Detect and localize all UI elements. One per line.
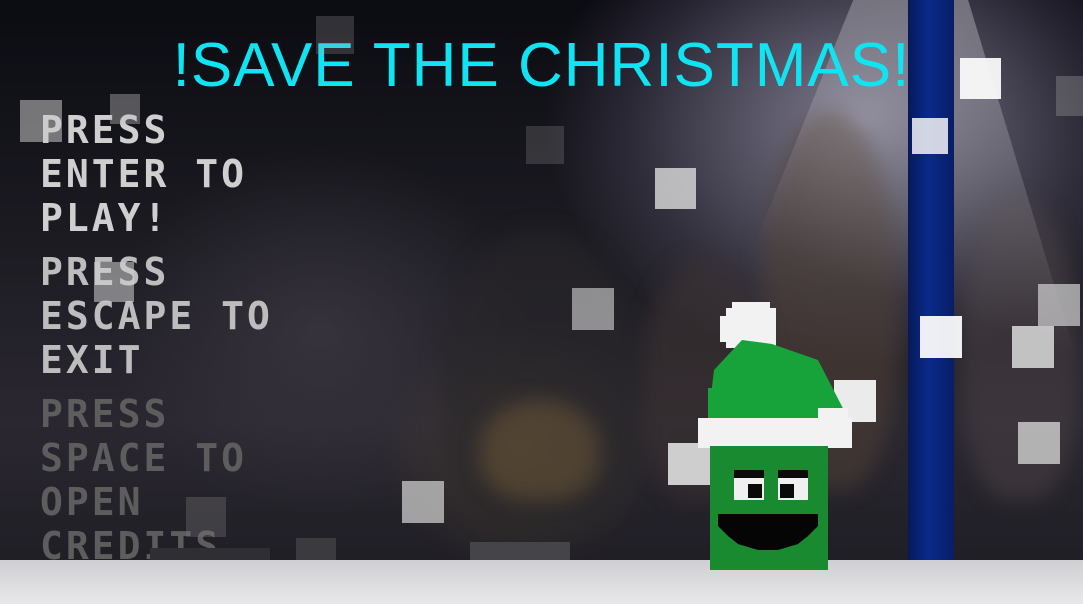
ground-debris [470,542,570,560]
ground-debris [296,538,336,560]
snowflake [1018,422,1060,464]
snowflake [1012,326,1054,368]
snowflake [572,288,614,330]
snowflake [960,58,1001,99]
menu-credits-prompt[interactable]: PRESS SPACE TO OPEN CREDITS [40,392,280,568]
hat-brim [698,418,852,448]
snowflake [912,118,948,154]
snowflake [402,481,444,523]
snowflake [920,316,962,358]
ground-debris [150,548,270,560]
snowflake [110,94,140,124]
snowflake [94,262,134,302]
snowflake [1056,76,1083,116]
game-scene: !SAVE THE CHRISTMAS! PRESS ENTER TO PLAY… [0,0,1083,604]
snowflake [1038,284,1080,326]
menu-exit-prompt[interactable]: PRESS ESCAPE TO EXIT [40,250,280,382]
menu-play-prompt[interactable]: PRESS ENTER TO PLAY! [40,108,280,240]
snowflake [20,100,62,142]
snow-ground [0,560,1083,604]
snowflake [526,126,564,164]
snowflake [316,16,354,54]
tree-silhouette [480,400,600,500]
snowflake [655,168,696,209]
player-character [698,302,852,570]
character-body [710,446,828,570]
snowflake [186,497,226,537]
game-title: !SAVE THE CHRISTMAS! [172,31,911,100]
